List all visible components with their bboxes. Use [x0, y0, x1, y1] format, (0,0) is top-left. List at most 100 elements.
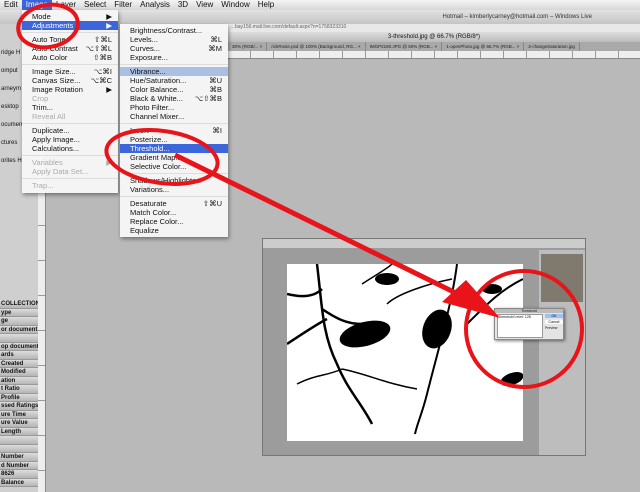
- menu-filter[interactable]: Filter: [110, 0, 136, 10]
- menu-item-match-color[interactable]: Match Color...: [120, 208, 228, 217]
- shortcut: ⌥⌘I: [93, 67, 112, 76]
- menu-3d[interactable]: 3D: [174, 0, 192, 10]
- menu-item-label: Invert: [130, 126, 149, 135]
- metadata-field: 8626: [0, 470, 38, 479]
- menu-window[interactable]: Window: [217, 0, 253, 10]
- thumbnail-preview: [541, 254, 583, 302]
- menu-item-black-white[interactable]: Black & White... ⌥⇧⌘B: [120, 94, 228, 103]
- menu-item-threshold[interactable]: Threshold...: [120, 144, 228, 153]
- menu-item-label: Desaturate: [130, 199, 167, 208]
- menu-item-channel-mixer[interactable]: Channel Mixer...: [120, 112, 228, 121]
- shortcut: ⌥⇧⌘B: [194, 94, 222, 103]
- menu-item-brightness-contrast[interactable]: Brightness/Contrast...: [120, 26, 228, 35]
- menu-item-hue-saturation[interactable]: Hue/Saturation... ⌘U: [120, 76, 228, 85]
- menu-item-label: Shadows/Highlights...: [130, 176, 203, 185]
- document-title: 3-threshold.jpg @ 66.7% (RGB/8*): [228, 32, 640, 42]
- horizontal-ruler: [228, 51, 640, 59]
- menu-item-label: Trim...: [32, 103, 53, 112]
- menu-item-variations[interactable]: Variations...: [120, 185, 228, 194]
- menu-view[interactable]: View: [192, 0, 217, 10]
- menu-item-trap[interactable]: Trap...: [22, 181, 118, 190]
- menu-item-duplicate[interactable]: Duplicate...: [22, 126, 118, 135]
- shortcut: ⌥⇧⌘L: [85, 44, 112, 53]
- menu-analysis[interactable]: Analysis: [136, 0, 174, 10]
- shortcut: ⇧⌘L: [94, 35, 112, 44]
- menu-item-label: Trap...: [32, 181, 54, 190]
- document-tab[interactable]: 30% (RGB/... ×: [228, 42, 268, 51]
- threshold-image-canvas: [286, 263, 524, 441]
- menu-item-gradient-map[interactable]: Gradient Map...: [120, 153, 228, 162]
- menu-item-trim[interactable]: Trim...: [22, 103, 118, 112]
- menu-image[interactable]: Image: [21, 0, 53, 10]
- menu-item-label: Gradient Map...: [130, 153, 182, 162]
- menu-item-crop[interactable]: Crop: [22, 94, 118, 103]
- menu-separator: [22, 123, 118, 124]
- shortcut: ⌘M: [208, 44, 222, 53]
- menu-item-adjustments[interactable]: Adjustments ▶: [22, 21, 118, 30]
- menu-item-apply-image[interactable]: Apply Image...: [22, 135, 118, 144]
- menu-item-curves[interactable]: Curves... ⌘M: [120, 44, 228, 53]
- metadata-field: op document: [0, 342, 38, 351]
- menu-separator: [22, 32, 118, 33]
- metadata-field: ure Value: [0, 419, 38, 428]
- document-tab[interactable]: 1-openPhoto.jpg @ 66.7% (RGB... ×: [442, 42, 525, 51]
- menu-item-label: Channel Mixer...: [130, 112, 185, 121]
- menu-item-label: Reveal All: [32, 112, 66, 121]
- menu-item-label: Variations...: [130, 185, 170, 194]
- menu-select[interactable]: Select: [80, 0, 110, 10]
- menu-item-apply-data-set[interactable]: Apply Data Set...: [22, 167, 118, 176]
- menu-help[interactable]: Help: [254, 0, 278, 10]
- menu-separator: [120, 196, 228, 197]
- menu-edit[interactable]: Edit: [0, 0, 22, 10]
- menu-item-selective-color[interactable]: Selective Color...: [120, 162, 228, 171]
- menu-separator: [120, 173, 228, 174]
- document-tab[interactable]: 2-changeSaturation.jpg: [524, 42, 580, 51]
- shortcut: ⇧⌘U: [202, 199, 222, 208]
- submenu-arrow-icon: ▶: [106, 158, 112, 167]
- cancel-button[interactable]: Cancel: [545, 320, 563, 324]
- metadata-field: ge: [0, 317, 38, 326]
- menu-item-exposure[interactable]: Exposure...: [120, 53, 228, 62]
- metadata-field: Number: [0, 453, 38, 462]
- menu-item-label: Mode: [32, 12, 51, 21]
- menu-item-mode[interactable]: Mode ▶: [22, 12, 118, 21]
- menu-item-image-size[interactable]: Image Size... ⌥⌘I: [22, 67, 118, 76]
- menu-item-label: Apply Data Set...: [32, 167, 89, 176]
- menu-item-desaturate[interactable]: Desaturate ⇧⌘U: [120, 199, 228, 208]
- menu-item-shadows-highlights[interactable]: Shadows/Highlights...: [120, 176, 228, 185]
- menu-item-equalize[interactable]: Equalize: [120, 226, 228, 235]
- menu-item-label: Exposure...: [130, 53, 168, 62]
- menu-separator: [22, 178, 118, 179]
- document-tab[interactable]: rickRosie.psd @ 100% (Background, RG... …: [267, 42, 366, 51]
- menu-item-canvas-size[interactable]: Canvas Size... ⌥⌘C: [22, 76, 118, 85]
- menu-item-photo-filter[interactable]: Photo Filter...: [120, 103, 228, 112]
- document-tab[interactable]: IMGP2160.JPG @ 50% (RGB... ×: [366, 42, 443, 51]
- menu-separator: [120, 123, 228, 124]
- metadata-field: ation: [0, 376, 38, 385]
- metadata-field: COLLECTIONS: [0, 300, 38, 309]
- menu-item-invert[interactable]: Invert ⌘I: [120, 126, 228, 135]
- threshold-level-value[interactable]: 128: [525, 315, 531, 319]
- menu-item-auto-tone[interactable]: Auto Tone ⇧⌘L: [22, 35, 118, 44]
- menu-item-image-rotation[interactable]: Image Rotation ▶: [22, 85, 118, 94]
- menu-item-calculations[interactable]: Calculations...: [22, 144, 118, 153]
- menu-item-vibrance[interactable]: Vibrance...: [120, 67, 228, 76]
- menu-item-levels[interactable]: Levels... ⌘L: [120, 35, 228, 44]
- menu-item-auto-color[interactable]: Auto Color ⇧⌘B: [22, 53, 118, 62]
- menu-item-reveal-all[interactable]: Reveal All: [22, 112, 118, 121]
- metadata-field: ards: [0, 351, 38, 360]
- menu-layer[interactable]: Layer: [52, 0, 80, 10]
- menu-item-label: Selective Color...: [130, 162, 187, 171]
- menu-item-replace-color[interactable]: Replace Color...: [120, 217, 228, 226]
- menu-item-auto-contrast[interactable]: Auto Contrast ⌥⇧⌘L: [22, 44, 118, 53]
- menu-bar: Edit Image Layer Select Filter Analysis 3D View…: [0, 0, 640, 10]
- menu-item-posterize[interactable]: Posterize...: [120, 135, 228, 144]
- ok-button[interactable]: OK: [545, 314, 563, 318]
- submenu-arrow-icon: ▶: [106, 21, 112, 30]
- menu-item-variables[interactable]: Variables ▶: [22, 158, 118, 167]
- menu-separator: [120, 64, 228, 65]
- menu-item-color-balance[interactable]: Color Balance... ⌘B: [120, 85, 228, 94]
- preview-checkbox[interactable]: Preview: [545, 326, 557, 330]
- metadata-field: or document: [0, 325, 38, 334]
- metadata-field: [0, 436, 38, 445]
